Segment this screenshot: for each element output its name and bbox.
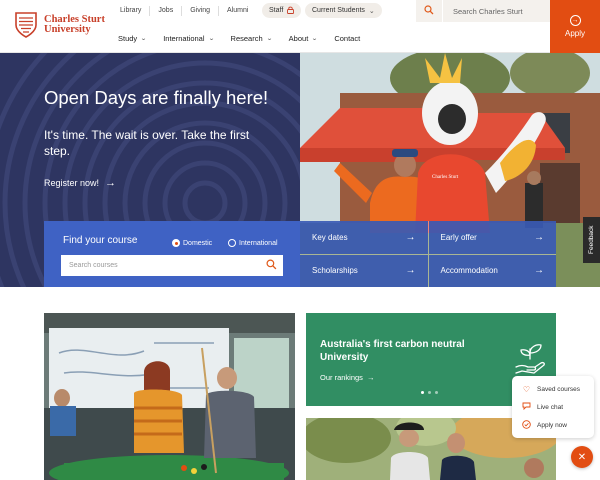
carousel-dot[interactable] <box>421 391 424 394</box>
close-menu-button[interactable]: ✕ <box>571 446 593 468</box>
nav-item-contact[interactable]: Contact <box>334 30 360 46</box>
current-students-label: Current Students <box>312 7 365 14</box>
course-search-input[interactable]: Search courses <box>61 255 283 276</box>
floating-item-label: Live chat <box>537 403 564 411</box>
arrow-right-icon: → <box>534 265 544 277</box>
heart-icon: ♡ <box>522 384 531 394</box>
chevron-down-icon: ⌄ <box>207 35 215 42</box>
nav-label: International <box>163 33 205 43</box>
carousel-dots <box>421 391 438 394</box>
search-input[interactable]: Search Charles Sturt <box>453 7 523 16</box>
saved-courses-button[interactable]: ♡ Saved courses <box>512 380 594 398</box>
nav-item-research[interactable]: Research ⌄ <box>230 30 273 46</box>
radio-unselected-icon <box>228 239 236 247</box>
main-nav: Study ⌄ International ⌄ Research ⌄ About… <box>118 30 377 46</box>
svg-text:Charles Sturt: Charles Sturt <box>432 175 459 180</box>
carousel-dot[interactable] <box>435 391 438 394</box>
chevron-down-icon: ⌄ <box>311 35 319 42</box>
floating-item-label: Saved courses <box>537 385 580 393</box>
quick-link-label: Key dates <box>312 232 348 242</box>
search-icon[interactable] <box>416 4 442 18</box>
nav-item-international[interactable]: International ⌄ <box>163 30 215 46</box>
arrow-right-icon: → <box>405 265 416 277</box>
utility-link-library[interactable]: Library <box>112 6 151 16</box>
site-search[interactable]: Search Charles Sturt <box>416 0 550 22</box>
radio-international[interactable]: International <box>228 239 278 247</box>
radio-label: International <box>239 239 278 247</box>
promo-link-label: Our rankings <box>320 373 363 382</box>
close-icon: ✕ <box>577 451 587 463</box>
find-course-panel: Find your course Domestic International … <box>44 221 300 287</box>
current-students-dropdown[interactable]: Current Students ⌄ <box>305 3 382 18</box>
search-icon[interactable] <box>266 258 277 273</box>
chevron-down-icon: ⌄ <box>265 35 273 42</box>
quick-link-label: Early offer <box>440 232 477 242</box>
radio-domestic[interactable]: Domestic <box>172 239 212 247</box>
apply-button[interactable]: → Apply <box>550 0 600 53</box>
logo-wordmark: Charles Sturt University <box>44 14 105 35</box>
nav-label: Study <box>118 33 138 43</box>
arrow-right-icon: → <box>366 373 375 382</box>
nav-label: Contact <box>334 33 361 43</box>
utility-link-alumni[interactable]: Alumni <box>219 6 256 16</box>
course-search-placeholder: Search courses <box>69 262 118 269</box>
chevron-down-icon: ⌄ <box>368 7 375 15</box>
search-divider <box>442 0 443 22</box>
check-circle-icon <box>522 419 531 431</box>
utility-link-jobs[interactable]: Jobs <box>150 6 183 16</box>
radio-label: Domestic <box>183 239 213 247</box>
arrow-right-icon: → <box>534 231 544 243</box>
quick-links: Key dates → Early offer → Scholarships →… <box>300 221 556 287</box>
apply-label: Apply <box>564 29 585 38</box>
staff-button[interactable]: Staff <box>262 3 302 18</box>
quick-link-key-dates[interactable]: Key dates → <box>300 221 428 254</box>
hand-plant-icon <box>515 344 545 374</box>
live-chat-button[interactable]: Live chat <box>512 398 594 416</box>
quick-link-label: Scholarships <box>312 266 358 276</box>
apply-now-button[interactable]: Apply now <box>512 416 594 434</box>
students-photo-card[interactable] <box>44 313 295 480</box>
nav-item-study[interactable]: Study ⌄ <box>118 30 147 46</box>
quick-link-scholarships[interactable]: Scholarships → <box>300 254 428 287</box>
chat-icon <box>522 402 531 412</box>
utility-link-giving[interactable]: Giving <box>182 6 220 16</box>
arrow-right-icon: → <box>405 231 416 243</box>
promo-title: Australia's first carbon neutral Univers… <box>320 339 465 363</box>
nav-label: About <box>288 33 309 43</box>
logo-line-2: University <box>44 24 91 35</box>
nav-label: Research <box>230 33 263 43</box>
logo-shield-icon <box>15 12 37 38</box>
site-header: Charles Sturt University Library Jobs Gi… <box>0 0 600 53</box>
chevron-down-icon: ⌄ <box>140 35 147 42</box>
register-now-label: Register now! <box>44 178 100 188</box>
arrow-right-icon: → <box>105 177 117 189</box>
hero-subtitle: It's time. The wait is over. Take the fi… <box>44 128 250 158</box>
quick-link-label: Accommodation <box>440 266 498 276</box>
register-now-link[interactable]: Register now! → <box>44 177 116 189</box>
hero-title: Open Days are finally here! <box>44 87 269 108</box>
quick-actions-menu: ♡ Saved courses Live chat Apply now <box>512 376 594 438</box>
nav-item-about[interactable]: About ⌄ <box>289 30 318 46</box>
find-course-title: Find your course <box>63 235 138 246</box>
arrow-circle-icon: → <box>569 15 581 26</box>
staff-label: Staff <box>269 7 284 14</box>
utility-links: Library Jobs Giving Alumni <box>112 0 256 22</box>
lock-icon <box>287 6 295 16</box>
quick-link-accommodation[interactable]: Accommodation → <box>428 254 556 287</box>
university-logo[interactable]: Charles Sturt University <box>14 12 105 38</box>
floating-item-label: Apply now <box>537 421 567 429</box>
radio-selected-icon <box>172 239 180 247</box>
carousel-dot[interactable] <box>428 391 431 394</box>
students-pool-table-photo <box>44 313 295 480</box>
quick-link-early-offer[interactable]: Early offer → <box>428 221 556 254</box>
our-rankings-link[interactable]: Our rankings → <box>320 373 374 382</box>
feedback-tab[interactable]: Feedback <box>583 217 600 263</box>
